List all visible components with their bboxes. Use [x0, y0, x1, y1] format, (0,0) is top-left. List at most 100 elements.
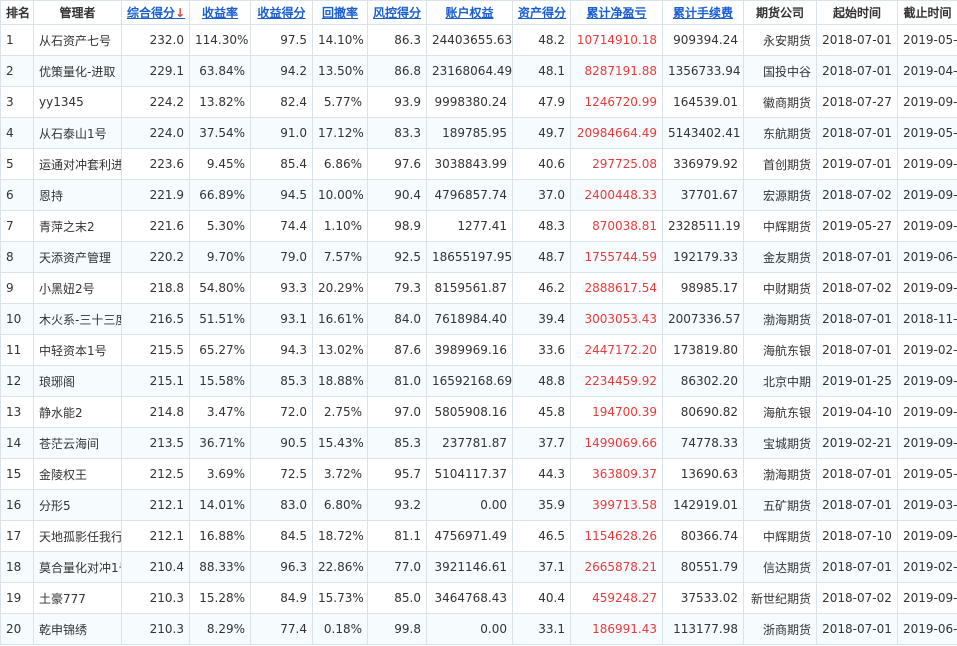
table-row[interactable]: 18 莫合量化对冲1号 210.4 88.33% 96.3 22.86% 77.0 39211…	[0, 551, 957, 583]
cell-rank: 4	[0, 117, 34, 149]
header-return-score[interactable]: 收益得分	[250, 0, 313, 25]
cell-manager[interactable]: 乾申锦绣	[33, 613, 122, 645]
cell-start-date: 2018-07-01	[816, 551, 898, 583]
cell-manager[interactable]: 金陵权王	[33, 458, 122, 490]
cell-equity: 23168064.49	[426, 55, 513, 87]
header-cum-fee[interactable]: 累计手续费	[662, 0, 744, 25]
cell-return-rate: 15.58%	[189, 365, 251, 397]
cell-manager[interactable]: 分形5	[33, 489, 122, 521]
cell-manager[interactable]: 从石资产七号	[33, 24, 122, 56]
cell-asset-score: 37.0	[512, 179, 571, 211]
cell-drawdown: 16.61%	[312, 303, 368, 335]
cell-equity: 18655197.95	[426, 241, 513, 273]
cell-manager[interactable]: 恩持	[33, 179, 122, 211]
cell-cum-fee: 113177.98	[662, 613, 744, 645]
cell-rank: 8	[0, 241, 34, 273]
cell-futures-company: 海航东银	[743, 396, 817, 428]
table-row[interactable]: 10 木火系-三十三度 216.5 51.51% 93.1 16.61% 84.0 76189…	[0, 303, 957, 335]
cell-return-rate: 37.54%	[189, 117, 251, 149]
cell-cum-net-profit: 186991.43	[570, 613, 663, 645]
cell-asset-score: 39.4	[512, 303, 571, 335]
cell-return-score: 93.3	[250, 272, 313, 304]
table-row[interactable]: 9 小黑妞2号 218.8 54.80% 93.3 20.29% 79.3 8159561.8…	[0, 272, 957, 304]
cell-rank: 7	[0, 210, 34, 242]
cell-rank: 3	[0, 86, 34, 118]
cell-manager[interactable]: yy1345	[33, 86, 122, 118]
table-row[interactable]: 8 天添资产管理 220.2 9.70% 79.0 7.57% 92.5 18655197.9…	[0, 241, 957, 273]
cell-risk-score: 86.8	[367, 55, 427, 87]
cell-start-date: 2018-07-01	[816, 24, 898, 56]
cell-manager[interactable]: 琅琊阁	[33, 365, 122, 397]
cell-return-rate: 15.28%	[189, 582, 251, 614]
cell-asset-score: 49.7	[512, 117, 571, 149]
table-row[interactable]: 14 苍茫云海间 213.5 36.71% 90.5 15.43% 85.3 237781.8…	[0, 427, 957, 459]
cell-manager[interactable]: 土豪777	[33, 582, 122, 614]
header-composite-score[interactable]: 综合得分↓	[121, 0, 190, 25]
cell-return-rate: 14.01%	[189, 489, 251, 521]
table-row[interactable]: 20 乾申锦绣 210.3 8.29% 77.4 0.18% 99.8 0.00 33.1 186…	[0, 613, 957, 645]
cell-manager[interactable]: 静水能2	[33, 396, 122, 428]
header-risk-score[interactable]: 风控得分	[367, 0, 427, 25]
cell-risk-score: 97.0	[367, 396, 427, 428]
table-row[interactable]: 15 金陵权王 212.5 3.69% 72.5 3.72% 95.7 5104117.37 4…	[0, 458, 957, 490]
cell-manager[interactable]: 天地孤影任我行	[33, 520, 122, 552]
table-row[interactable]: 3 yy1345 224.2 13.82% 82.4 5.77% 93.9 9998380.2…	[0, 86, 957, 118]
table-row[interactable]: 13 静水能2 214.8 3.47% 72.0 2.75% 97.0 5805908.16 4…	[0, 396, 957, 428]
cell-manager[interactable]: 莫合量化对冲1号	[33, 551, 122, 583]
table-row[interactable]: 17 天地孤影任我行 212.1 16.88% 84.5 18.72% 81.1 475697…	[0, 520, 957, 552]
header-asset-score[interactable]: 资产得分	[512, 0, 571, 25]
cell-cum-net-profit: 1154628.26	[570, 520, 663, 552]
table-row[interactable]: 12 琅琊阁 215.1 15.58% 85.3 18.88% 81.0 16592168.6…	[0, 365, 957, 397]
cell-return-score: 97.5	[250, 24, 313, 56]
cell-asset-score: 37.1	[512, 551, 571, 583]
header-cum-net-profit[interactable]: 累计净盈亏	[570, 0, 663, 25]
cell-end-date: 2019-09-24	[897, 179, 957, 211]
cell-risk-score: 90.4	[367, 179, 427, 211]
cell-rank: 5	[0, 148, 34, 180]
cell-cum-fee: 74778.33	[662, 427, 744, 459]
cell-start-date: 2019-01-25	[816, 365, 898, 397]
cell-drawdown: 7.57%	[312, 241, 368, 273]
cell-drawdown: 3.72%	[312, 458, 368, 490]
table-row[interactable]: 2 优策量化-进取 229.1 63.84% 94.2 13.50% 86.8 2316806…	[0, 55, 957, 87]
table-row[interactable]: 1 从石资产七号 232.0 114.30% 97.5 14.10% 86.3 2440365…	[0, 24, 957, 56]
cell-manager[interactable]: 天添资产管理	[33, 241, 122, 273]
cell-manager[interactable]: 小黑妞2号	[33, 272, 122, 304]
cell-equity: 7618984.40	[426, 303, 513, 335]
cell-cum-net-profit: 2400448.33	[570, 179, 663, 211]
cell-equity: 1277.41	[426, 210, 513, 242]
cell-manager[interactable]: 中轻资本1号	[33, 334, 122, 366]
table-row[interactable]: 4 从石泰山1号 224.0 37.54% 91.0 17.12% 83.3 189785.9…	[0, 117, 957, 149]
cell-cum-fee: 86302.20	[662, 365, 744, 397]
cell-equity: 3921146.61	[426, 551, 513, 583]
cell-manager[interactable]: 青萍之末2	[33, 210, 122, 242]
header-start-date: 起始时间	[816, 0, 898, 25]
cell-return-score: 82.4	[250, 86, 313, 118]
cell-drawdown: 18.88%	[312, 365, 368, 397]
table-row[interactable]: 16 分形5 212.1 14.01% 83.0 6.80% 93.2 0.00 35.9 399…	[0, 489, 957, 521]
cell-manager[interactable]: 苍茫云海间	[33, 427, 122, 459]
cell-manager[interactable]: 木火系-三十三度	[33, 303, 122, 335]
cell-asset-score: 35.9	[512, 489, 571, 521]
header-return-rate[interactable]: 收益率	[189, 0, 251, 25]
table-row[interactable]: 11 中轻资本1号 215.5 65.27% 94.3 13.02% 87.6 3989969…	[0, 334, 957, 366]
cell-drawdown: 0.18%	[312, 613, 368, 645]
table-row[interactable]: 19 土豪777 210.3 15.28% 84.9 15.73% 85.0 3464768.…	[0, 582, 957, 614]
header-drawdown[interactable]: 回撤率	[312, 0, 368, 25]
cell-manager[interactable]: 从石泰山1号	[33, 117, 122, 149]
cell-end-date: 2019-09-24	[897, 520, 957, 552]
table-row[interactable]: 6 恩持 221.9 66.89% 94.5 10.00% 90.4 4796857.74 37…	[0, 179, 957, 211]
cell-equity: 5104117.37	[426, 458, 513, 490]
cell-manager[interactable]: 优策量化-进取	[33, 55, 122, 87]
cell-return-rate: 16.88%	[189, 520, 251, 552]
cell-composite-score: 229.1	[121, 55, 190, 87]
cell-risk-score: 93.2	[367, 489, 427, 521]
cell-drawdown: 6.86%	[312, 148, 368, 180]
cell-risk-score: 81.0	[367, 365, 427, 397]
header-futures-company: 期货公司	[743, 0, 817, 25]
table-row[interactable]: 5 运通对冲套利进 223.6 9.45% 85.4 6.86% 97.6 3038843.9…	[0, 148, 957, 180]
cell-cum-net-profit: 20984664.49	[570, 117, 663, 149]
table-row[interactable]: 7 青萍之末2 221.6 5.30% 74.4 1.10% 98.9 1277.41 48.3…	[0, 210, 957, 242]
cell-manager[interactable]: 运通对冲套利进	[33, 148, 122, 180]
header-equity[interactable]: 账户权益	[426, 0, 513, 25]
